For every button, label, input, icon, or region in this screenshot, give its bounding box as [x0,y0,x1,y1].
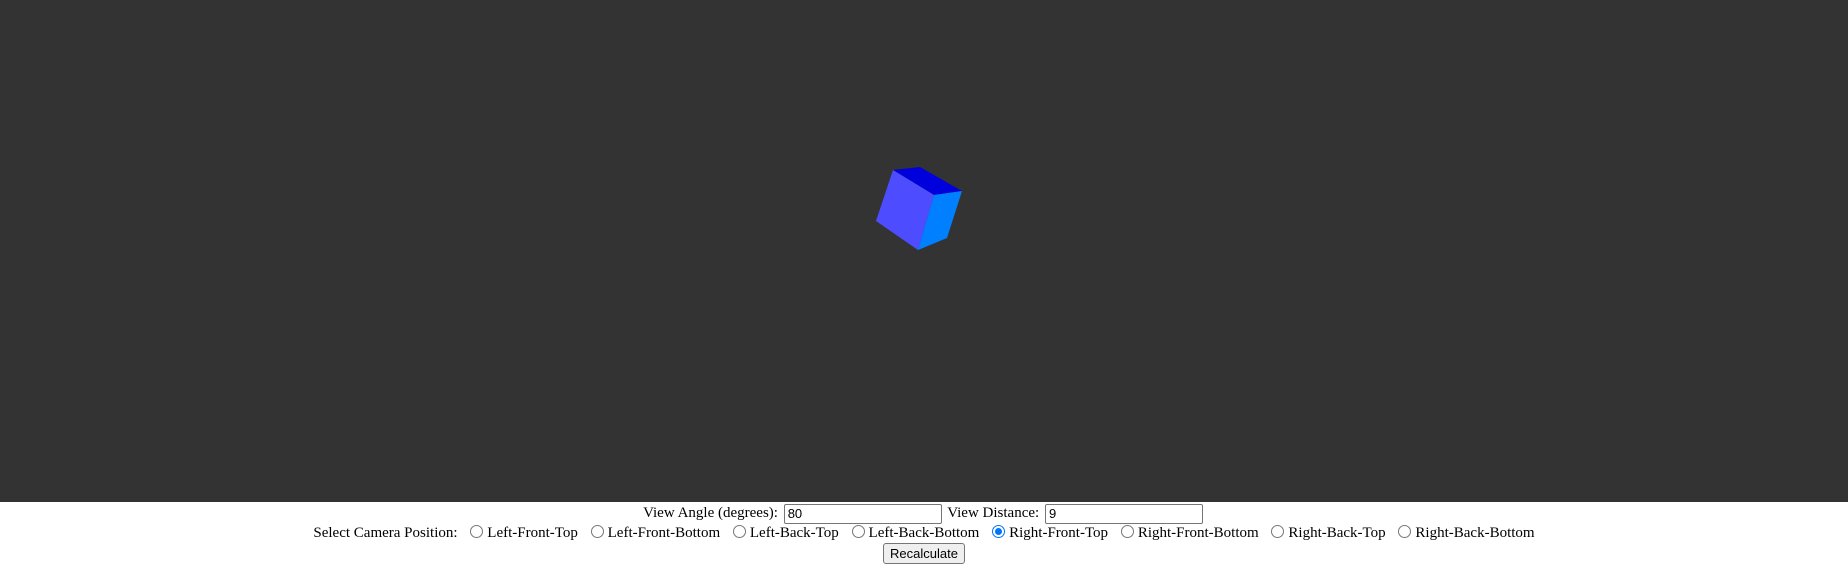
camera-position-options: Left-Front-Top Left-Front-Bottom Left-Ba… [461,525,1535,541]
camera-position-label: Select Camera Position: [313,525,458,541]
camera-radio-left-back-bottom[interactable] [851,525,865,538]
view-angle-label: View Angle (degrees): [643,505,778,521]
camera-radio-left-back-top[interactable] [732,525,746,538]
view-angle-input[interactable] [783,503,942,524]
view-settings-row: View Angle (degrees): View Distance: [0,503,1848,524]
camera-label-left-back-top: Left-Back-Top [749,525,839,541]
camera-label-left-back-bottom: Left-Back-Bottom [868,525,980,541]
recalculate-row: Recalculate [0,543,1848,565]
camera-label-right-front-top: Right-Front-Top [1009,525,1109,541]
camera-label-right-back-top: Right-Back-Top [1288,525,1386,541]
recalculate-button[interactable]: Recalculate [883,543,965,565]
camera-radio-right-front-bottom[interactable] [1120,525,1134,538]
cube-scene [876,167,962,250]
camera-radio-left-front-bottom[interactable] [590,525,604,538]
camera-radio-left-front-top[interactable] [470,525,484,538]
camera-position-row: Select Camera Position: Left-Front-Top L… [0,523,1848,543]
camera-radio-right-back-top[interactable] [1271,525,1285,538]
camera-label-left-front-top: Left-Front-Top [487,525,578,541]
camera-label-right-back-bottom: Right-Back-Bottom [1415,525,1535,541]
3d-viewport[interactable] [0,0,1848,502]
camera-controls: View Angle (degrees): View Distance: Sel… [0,502,1848,565]
camera-label-right-front-bottom: Right-Front-Bottom [1137,525,1259,541]
camera-radio-right-back-bottom[interactable] [1398,525,1412,538]
view-distance-input[interactable] [1044,503,1203,524]
view-distance-label: View Distance: [947,505,1040,521]
camera-label-left-front-bottom: Left-Front-Bottom [607,525,721,541]
camera-radio-right-front-top[interactable] [992,525,1006,538]
